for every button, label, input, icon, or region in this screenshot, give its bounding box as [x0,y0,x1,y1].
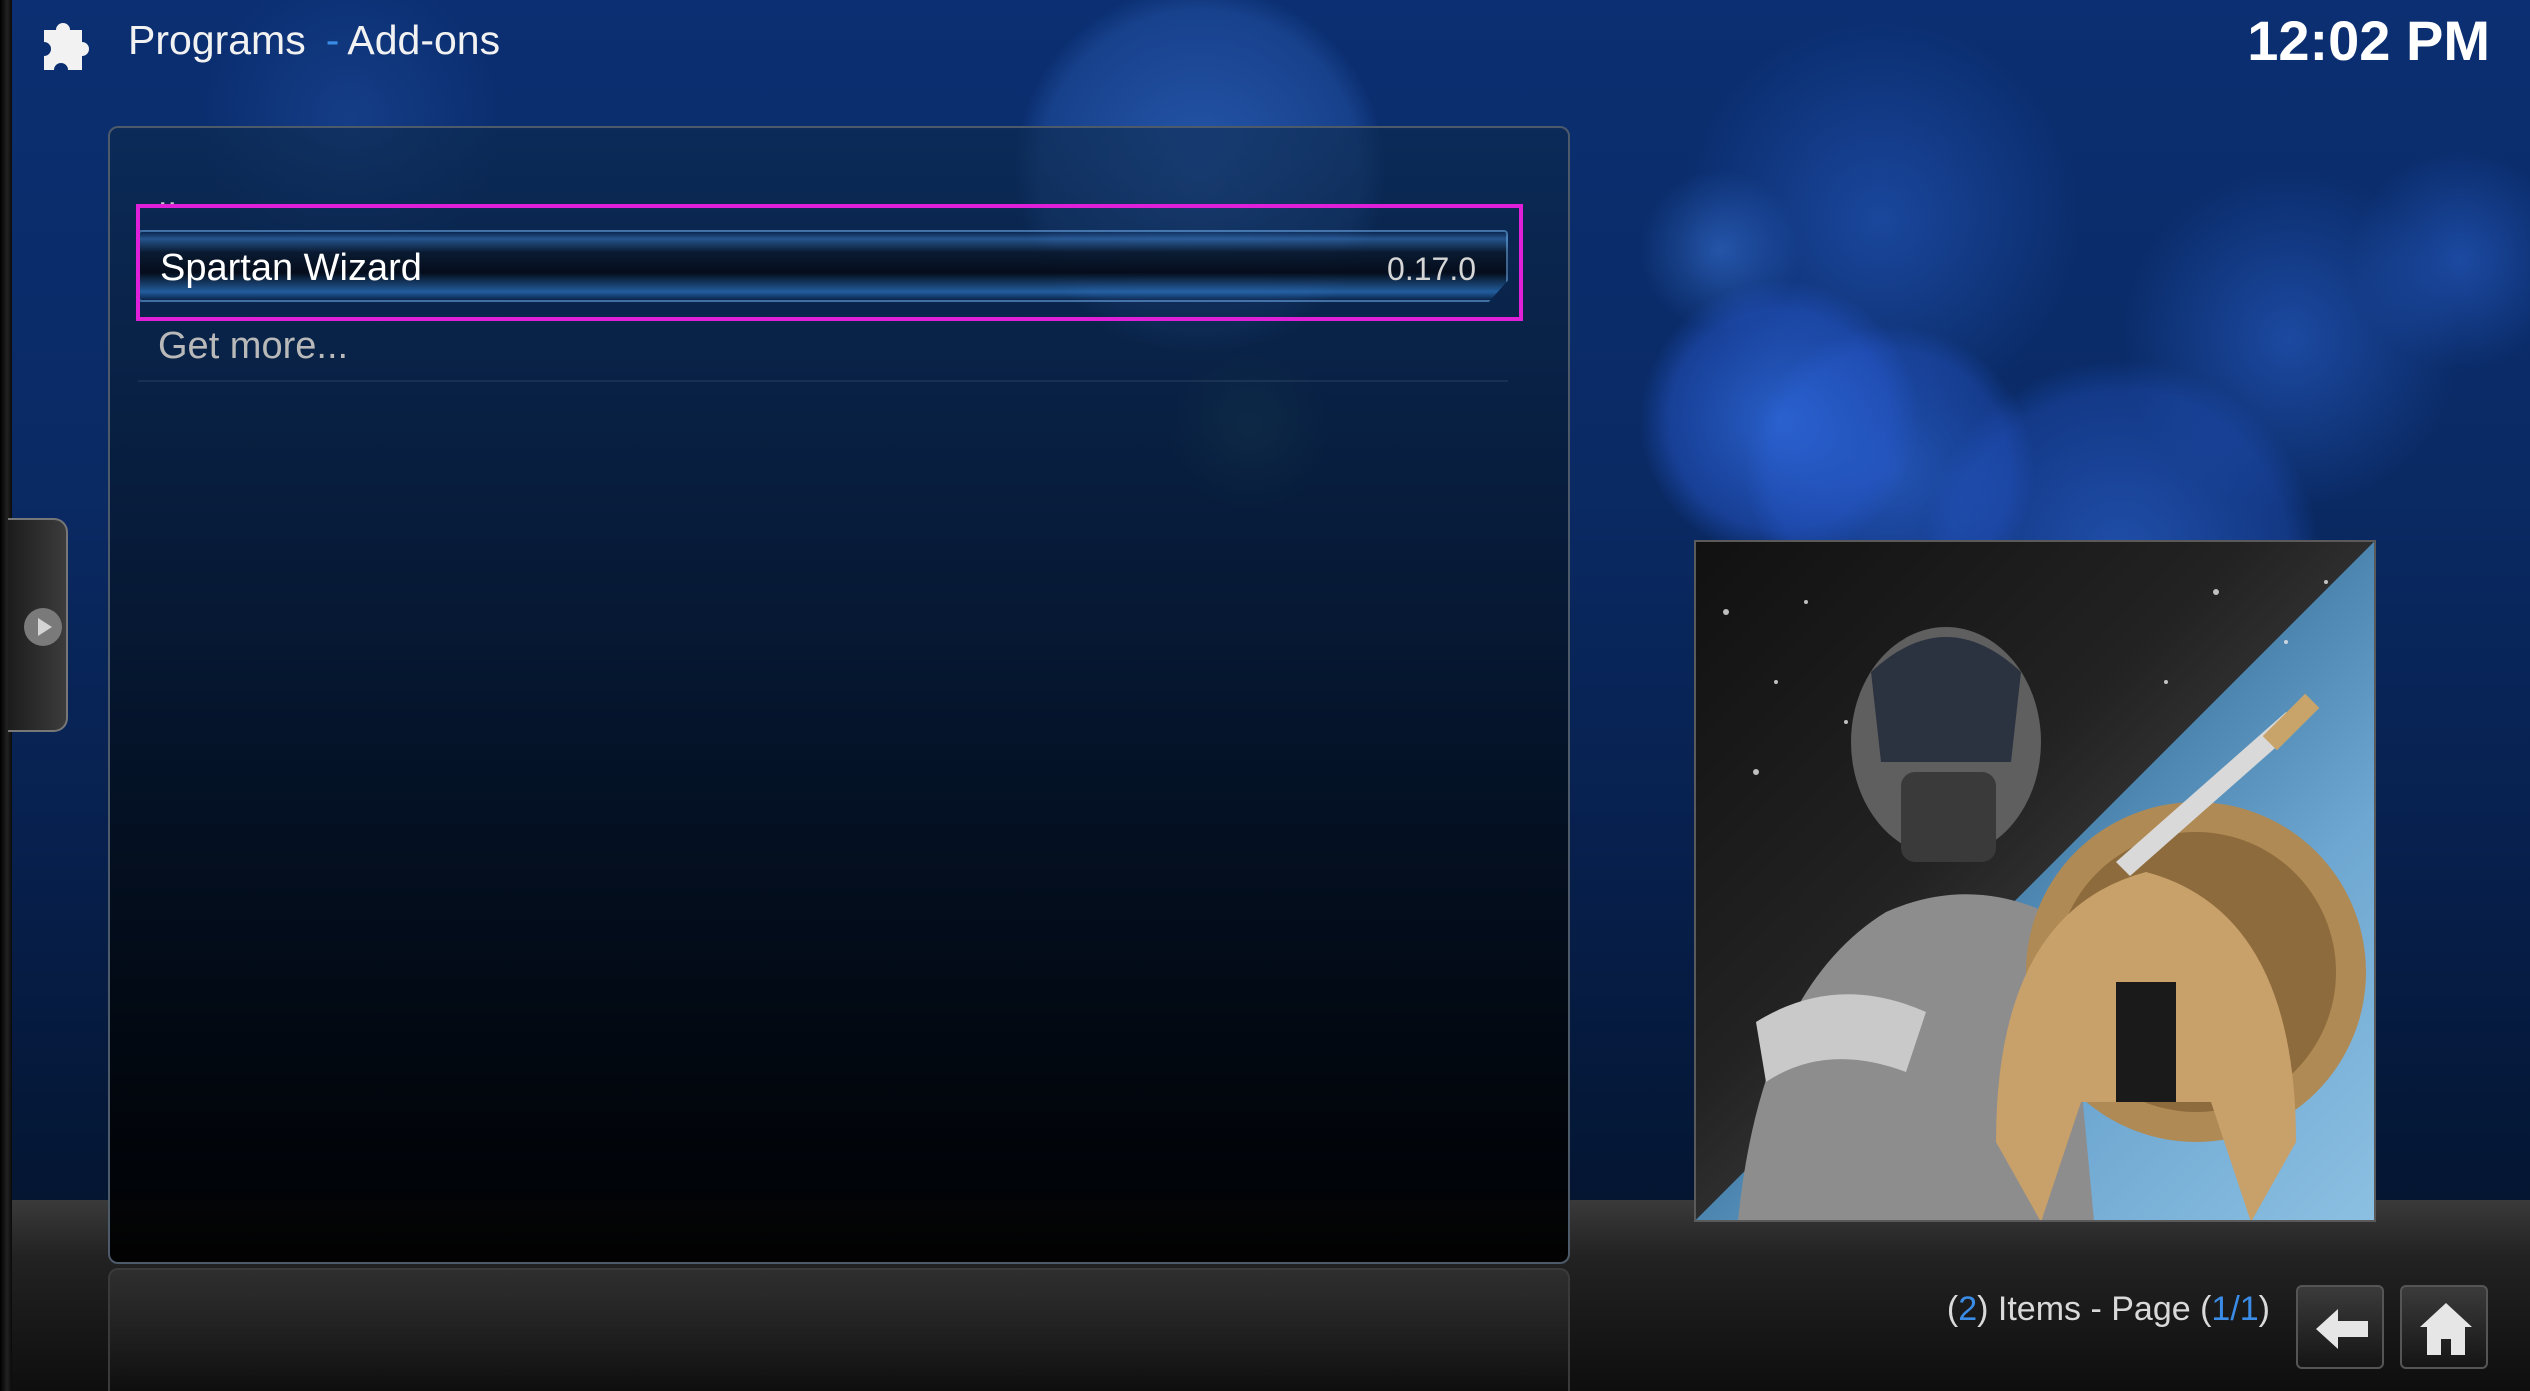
title-separator: - [325,17,340,63]
status-paren-close: ) [2258,1290,2270,1328]
back-button[interactable] [2296,1285,2384,1369]
clock: 12:02 PM [2247,9,2490,72]
addon-fanart-image [1694,540,2376,1222]
subsection-title: Add-ons [347,17,501,63]
play-arrow-icon [24,608,62,646]
item-count-status: (2) Items - Page (1/1) [1947,1288,2270,1330]
puzzle-icon [36,8,106,78]
parent-folder-item[interactable]: .. [158,185,177,205]
section-title: Programs [128,17,306,63]
list-item-label: Get more... [158,325,349,367]
home-icon [2420,1303,2472,1355]
home-button[interactable] [2400,1285,2488,1369]
status-items-label: ) Items - Page ( [1977,1290,2212,1328]
page-title: Programs - Add-ons [128,14,500,66]
status-paren-open: ( [1946,1290,1959,1328]
page-indicator: 1/1 [2211,1290,2259,1328]
selection-highlight [136,204,1523,321]
panel-reflection [108,1268,1570,1391]
back-arrow-icon [2316,1309,2368,1349]
item-count: 2 [1958,1290,1978,1328]
side-menu-tab[interactable] [8,518,68,732]
